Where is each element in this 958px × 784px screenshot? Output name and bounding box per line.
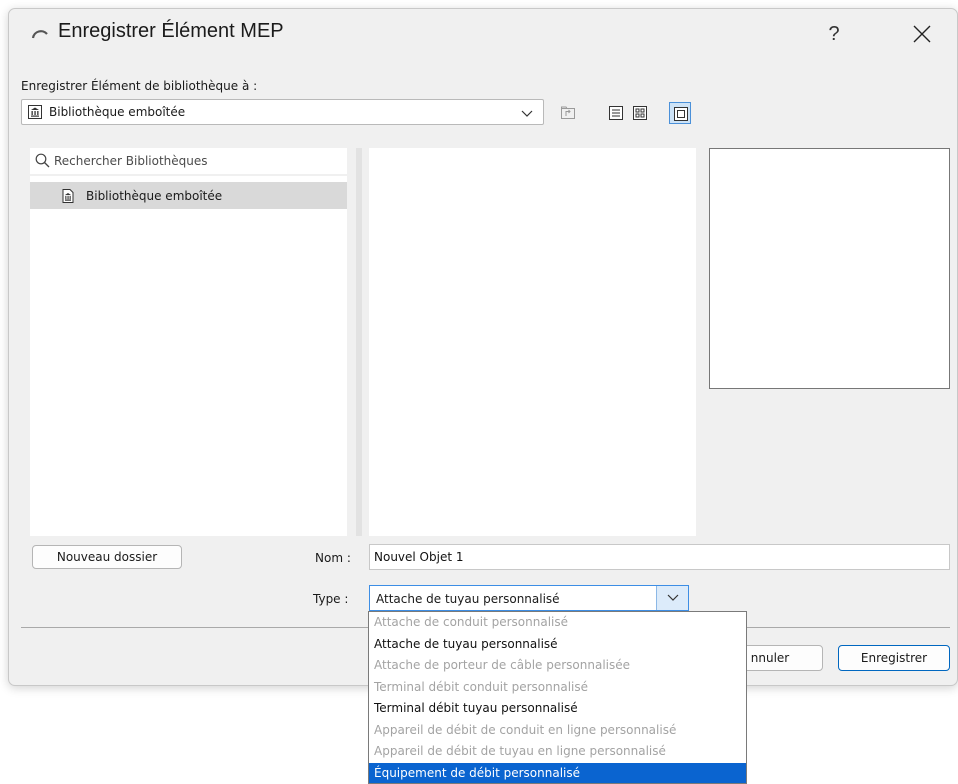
- panel-splitter[interactable]: [356, 148, 362, 536]
- type-option-selected[interactable]: Équipement de débit personnalisé: [369, 762, 746, 783]
- library-tree: Bibliothèque emboîtée: [30, 176, 347, 536]
- name-input[interactable]: [374, 549, 934, 565]
- dialog-title: Enregistrer Élément MEP: [58, 20, 284, 42]
- type-label: Type :: [313, 592, 349, 606]
- new-folder-button[interactable]: Nouveau dossier: [32, 545, 182, 569]
- tree-item-label: Bibliothèque emboîtée: [86, 189, 223, 203]
- type-select-value: Attache de tuyau personnalisé: [376, 592, 560, 606]
- type-select[interactable]: Attache de tuyau personnalisé: [369, 585, 689, 611]
- type-dropdown-button[interactable]: [656, 586, 688, 610]
- tree-item-library[interactable]: Bibliothèque emboîtée: [30, 182, 347, 209]
- save-button[interactable]: Enregistrer: [838, 645, 950, 671]
- save-to-label: Enregistrer Élément de bibliothèque à :: [21, 79, 258, 93]
- archicad-arc-icon: [31, 25, 49, 39]
- grid-view-icon: [633, 106, 647, 120]
- type-option[interactable]: Appareil de débit de conduit en ligne pe…: [369, 720, 746, 742]
- type-option[interactable]: Attache de conduit personnalisé: [369, 612, 746, 634]
- type-option[interactable]: Attache de porteur de câble personnalisé…: [369, 655, 746, 677]
- name-field[interactable]: [369, 544, 950, 570]
- type-option[interactable]: Terminal débit conduit personnalisé: [369, 677, 746, 699]
- type-option[interactable]: Appareil de débit de tuyau en ligne pers…: [369, 741, 746, 763]
- title-bar: Enregistrer Élément MEP ?: [9, 9, 957, 59]
- library-select-value: Bibliothèque emboîtée: [49, 105, 186, 119]
- library-building-icon: [60, 188, 76, 207]
- folder-up-button[interactable]: [557, 102, 579, 124]
- close-button[interactable]: [897, 17, 947, 51]
- close-icon: [913, 25, 931, 43]
- name-label: Nom :: [315, 551, 351, 565]
- help-button[interactable]: ?: [809, 17, 859, 51]
- list-view-icon: [609, 106, 623, 120]
- grid-view-button[interactable]: [629, 102, 651, 124]
- preview-view-icon: [674, 107, 688, 121]
- library-building-icon: [27, 104, 43, 123]
- chevron-down-icon: [521, 107, 533, 121]
- save-mep-element-dialog: Enregistrer Élément MEP ? Enregistrer Él…: [8, 8, 958, 686]
- type-option[interactable]: Attache de tuyau personnalisé: [369, 634, 746, 656]
- preview-box: [709, 148, 950, 389]
- chevron-down-icon: [667, 594, 679, 601]
- list-view-button[interactable]: [605, 102, 627, 124]
- type-dropdown-list: Attache de conduit personnalisé Attache …: [368, 611, 747, 784]
- search-icon: [35, 153, 50, 171]
- type-option[interactable]: Terminal débit tuyau personnalisé: [369, 698, 746, 720]
- preview-view-button[interactable]: [669, 102, 691, 124]
- folder-content-panel: [369, 148, 696, 536]
- library-select[interactable]: Bibliothèque emboîtée: [21, 99, 544, 125]
- library-search[interactable]: [30, 148, 347, 174]
- search-input[interactable]: [54, 151, 334, 171]
- folder-up-icon: [561, 106, 575, 119]
